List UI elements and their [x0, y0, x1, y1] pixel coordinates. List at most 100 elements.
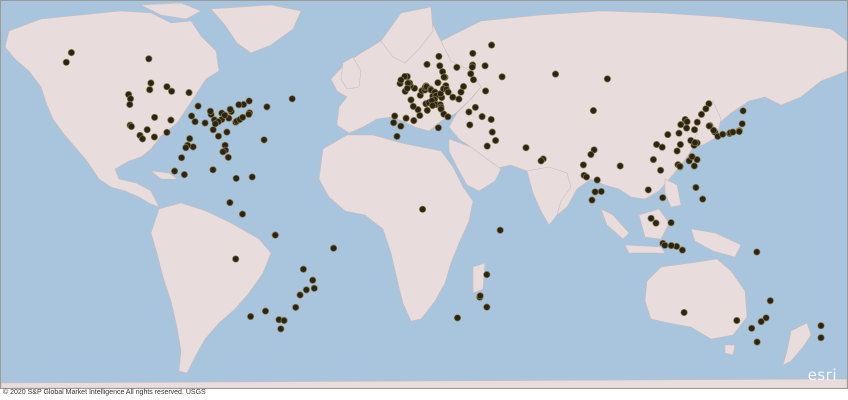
location-marker[interactable] [471, 103, 479, 111]
location-marker[interactable] [150, 133, 158, 141]
location-marker[interactable] [673, 147, 681, 155]
location-marker[interactable] [435, 52, 443, 60]
location-marker[interactable] [247, 312, 255, 321]
location-marker[interactable] [127, 122, 135, 131]
location-marker[interactable] [753, 338, 761, 346]
location-marker[interactable] [676, 140, 684, 149]
location-marker[interactable] [423, 60, 431, 68]
location-marker[interactable] [817, 334, 825, 342]
location-marker[interactable] [416, 111, 424, 120]
location-marker[interactable] [659, 194, 667, 202]
location-marker[interactable] [466, 121, 474, 129]
location-marker[interactable] [277, 325, 285, 333]
location-marker[interactable] [738, 120, 746, 128]
location-marker[interactable] [302, 286, 310, 294]
location-marker[interactable] [498, 73, 506, 81]
location-marker[interactable] [753, 248, 761, 256]
location-marker[interactable] [455, 95, 463, 103]
location-marker[interactable] [434, 124, 442, 132]
location-marker[interactable] [664, 131, 672, 139]
location-marker[interactable] [739, 107, 747, 115]
location-marker[interactable] [409, 102, 417, 110]
location-marker[interactable] [667, 242, 675, 250]
map-frame[interactable]: esri [0, 0, 848, 389]
location-marker[interactable] [201, 119, 209, 127]
location-marker[interactable] [397, 76, 405, 84]
location-marker[interactable] [436, 62, 444, 70]
location-marker[interactable] [309, 276, 317, 284]
location-marker[interactable] [488, 128, 496, 136]
location-marker[interactable] [226, 105, 234, 113]
location-marker[interactable] [677, 121, 685, 129]
location-marker[interactable] [588, 196, 596, 204]
location-marker[interactable] [690, 126, 699, 134]
location-marker[interactable] [551, 70, 560, 78]
location-marker[interactable] [245, 110, 253, 118]
location-marker[interactable] [390, 119, 398, 127]
location-marker[interactable] [652, 219, 660, 227]
location-marker[interactable] [496, 226, 504, 234]
location-marker[interactable] [194, 102, 202, 110]
location-marker[interactable] [248, 173, 256, 181]
location-marker[interactable] [657, 166, 665, 174]
location-marker[interactable] [597, 187, 605, 196]
location-marker[interactable] [487, 115, 495, 124]
location-marker[interactable] [658, 143, 666, 151]
location-marker[interactable] [481, 62, 489, 70]
location-marker[interactable] [593, 176, 601, 184]
location-marker[interactable] [126, 100, 134, 109]
location-marker[interactable] [476, 292, 484, 300]
location-marker[interactable] [310, 284, 318, 292]
location-marker[interactable] [271, 231, 279, 239]
location-marker[interactable] [488, 41, 496, 49]
location-marker[interactable] [616, 162, 624, 170]
location-marker[interactable] [444, 113, 452, 121]
location-marker[interactable] [163, 128, 171, 136]
location-marker[interactable] [649, 156, 657, 164]
location-marker[interactable] [579, 161, 587, 169]
location-marker[interactable] [391, 112, 399, 120]
location-marker[interactable] [163, 83, 171, 91]
location-marker[interactable] [478, 113, 486, 121]
location-marker[interactable] [245, 97, 253, 105]
world-map[interactable] [1, 1, 847, 388]
location-marker[interactable] [582, 173, 591, 181]
location-marker[interactable] [288, 95, 296, 103]
location-marker[interactable] [219, 148, 227, 156]
location-marker[interactable] [522, 144, 530, 152]
location-marker[interactable] [675, 129, 683, 137]
location-marker[interactable] [143, 126, 151, 134]
location-marker[interactable] [678, 246, 686, 254]
location-marker[interactable] [214, 132, 223, 140]
location-marker[interactable] [817, 322, 825, 330]
location-marker[interactable] [292, 303, 300, 311]
location-marker[interactable] [702, 105, 710, 113]
location-marker[interactable] [667, 219, 675, 227]
location-marker[interactable] [444, 88, 452, 96]
location-marker[interactable] [733, 316, 741, 325]
location-marker[interactable] [469, 49, 477, 57]
location-marker[interactable] [690, 162, 698, 170]
location-marker[interactable] [766, 297, 774, 305]
location-marker[interactable] [647, 214, 655, 222]
location-marker[interactable] [680, 308, 688, 317]
location-marker[interactable] [146, 86, 154, 94]
location-marker[interactable] [465, 108, 473, 116]
location-marker[interactable] [434, 79, 442, 87]
location-marker[interactable] [429, 101, 437, 110]
location-marker[interactable] [483, 142, 491, 150]
location-marker[interactable] [147, 79, 155, 87]
location-marker[interactable] [393, 132, 401, 140]
location-marker[interactable] [299, 265, 307, 273]
location-marker[interactable] [167, 116, 175, 124]
location-marker[interactable] [151, 113, 159, 121]
location-marker[interactable] [180, 171, 188, 179]
location-marker[interactable] [482, 87, 490, 95]
location-marker[interactable] [260, 136, 268, 144]
location-marker[interactable] [191, 118, 199, 126]
location-marker[interactable] [206, 107, 214, 115]
location-marker[interactable] [469, 76, 478, 84]
location-marker[interactable] [186, 135, 194, 143]
location-marker[interactable] [403, 84, 411, 92]
location-marker[interactable] [591, 188, 599, 196]
